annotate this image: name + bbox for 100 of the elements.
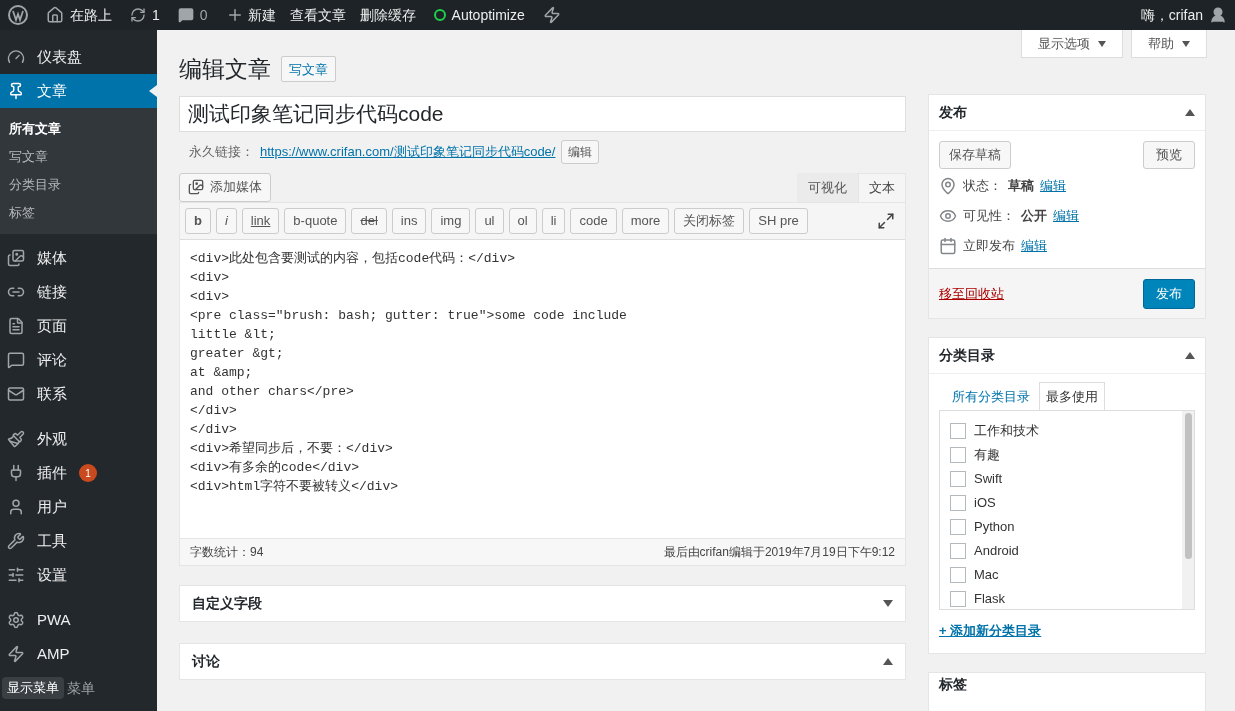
checkbox[interactable] — [950, 543, 966, 559]
screen-tab[interactable]: 帮助 — [1131, 30, 1207, 58]
submenu-item[interactable]: 分类目录 — [0, 171, 157, 199]
menu-item[interactable]: 评论 — [0, 343, 157, 377]
quicktag-button[interactable]: li — [541, 207, 566, 234]
permalink-label: 永久链接： — [189, 142, 254, 161]
submenu-item[interactable]: 标签 — [0, 199, 157, 227]
quicktag-button[interactable]: SH pre — [749, 207, 808, 234]
code-line: and other chars</pre> — [190, 382, 354, 401]
edit-link[interactable]: 编辑 — [1040, 176, 1066, 196]
checkbox[interactable] — [950, 519, 966, 535]
quicktag-button[interactable]: ol — [508, 207, 537, 234]
expand-arrow-icon[interactable] — [883, 599, 893, 607]
setting-label: 可见性： — [963, 207, 1015, 226]
panel-title: 讨论 — [192, 651, 220, 671]
add-new-button[interactable]: 写文章 — [281, 56, 336, 83]
count-badge: 1 — [79, 464, 97, 482]
category-label: Flask — [974, 590, 1006, 609]
comments-count[interactable]: 0 — [199, 4, 208, 26]
menu-item[interactable]: 工具 — [0, 524, 157, 558]
collapse-arrow-icon[interactable] — [1185, 352, 1195, 359]
box-title: 发布 — [939, 103, 967, 122]
screen-tab[interactable]: 显示选项 — [1021, 30, 1123, 58]
toolbar-link[interactable]: 查看文章 — [289, 4, 346, 26]
menu-item[interactable]: 仪表盘 — [0, 40, 157, 74]
checkbox[interactable] — [950, 591, 966, 607]
code-line: </div> — [190, 401, 237, 420]
quicktag-button[interactable]: ul — [475, 207, 504, 234]
publish-button[interactable]: 发布 — [1143, 278, 1195, 309]
category-label: Mac — [974, 566, 999, 585]
greeting[interactable]: 嗨，crifan — [1140, 4, 1203, 26]
menu-item[interactable]: 文章 — [0, 74, 157, 108]
preview-button[interactable]: 预览 — [1143, 141, 1195, 169]
toolbar-link[interactable]: 删除缓存 — [359, 4, 416, 26]
collapse-menu-link[interactable]: 菜单 — [67, 677, 95, 699]
edit-link[interactable]: 编辑 — [1053, 206, 1079, 226]
menu-item[interactable]: 设置 — [0, 558, 157, 592]
plugin-link[interactable]: Autoptimize — [451, 4, 525, 26]
quicktag-button[interactable]: del — [351, 207, 387, 234]
eye-icon — [939, 207, 957, 225]
current-arrow-icon — [149, 85, 157, 97]
code-line: <div>有多余的code</div> — [190, 458, 360, 477]
checkbox[interactable] — [950, 495, 966, 511]
setting-label: 状态： — [963, 177, 1002, 196]
submenu-item[interactable]: 写文章 — [0, 143, 157, 171]
category-label: iOS — [974, 494, 996, 513]
menu-item[interactable]: 媒体 — [0, 241, 157, 275]
site-link[interactable]: 在路上 — [70, 4, 112, 26]
save-draft-button[interactable]: 保存草稿 — [939, 141, 1011, 169]
quicktag-button[interactable]: code — [570, 207, 617, 234]
home-icon — [46, 6, 64, 24]
quicktag-button[interactable]: b — [185, 207, 211, 234]
menu-item[interactable]: 链接 — [0, 275, 157, 309]
images-icon — [7, 249, 25, 267]
quicktag-button[interactable]: ins — [391, 207, 427, 234]
editor-tab[interactable]: 可视化 — [797, 172, 858, 202]
status-ring-icon — [433, 9, 446, 21]
updates-count[interactable]: 1 — [152, 4, 160, 26]
quicktag-button[interactable]: link — [241, 207, 280, 234]
collapse-arrow-icon[interactable] — [883, 657, 893, 665]
bolt-icon[interactable] — [542, 6, 561, 24]
fullscreen-icon[interactable] — [877, 211, 895, 230]
new-link[interactable]: 新建 — [247, 4, 276, 26]
category-tab[interactable]: 最多使用 — [1039, 382, 1105, 410]
scrollbar-thumb[interactable] — [1184, 413, 1192, 559]
quicktag-button[interactable]: img — [431, 207, 471, 234]
permalink-link[interactable]: https://www.crifan.com/测试印象笔记同步代码code/ — [260, 141, 556, 162]
comment-icon — [177, 7, 194, 23]
menu-item[interactable]: 外观 — [0, 422, 157, 456]
menu-item[interactable]: PWA — [0, 603, 157, 637]
pin-icon — [939, 177, 957, 195]
checkbox[interactable] — [950, 567, 966, 583]
checkbox[interactable] — [950, 423, 966, 439]
code-line: </div> — [190, 420, 237, 439]
add-media-button[interactable]: 添加媒体 — [179, 172, 271, 202]
menu-item[interactable]: 页面 — [0, 309, 157, 343]
quicktag-button[interactable]: more — [621, 207, 670, 234]
page-icon — [7, 317, 25, 335]
quicktag-button[interactable]: i — [215, 207, 237, 234]
checkbox[interactable] — [950, 447, 966, 463]
quicktag-button[interactable]: b-quote — [284, 207, 347, 234]
collapse-arrow-icon[interactable] — [1185, 109, 1195, 116]
title-field[interactable]: 测试印象笔记同步代码code — [179, 95, 906, 132]
menu-item[interactable]: AMP — [0, 637, 157, 671]
menu-item[interactable]: 用户 — [0, 490, 157, 524]
menu-item[interactable]: 联系 — [0, 377, 157, 411]
menu-item[interactable]: 插件 1 — [0, 456, 157, 490]
checkbox[interactable] — [950, 471, 966, 487]
add-category-link[interactable]: + 添加新分类目录 — [939, 621, 1042, 641]
edit-permalink-button[interactable]: 编辑 — [561, 139, 600, 164]
trash-link[interactable]: 移至回收站 — [939, 283, 1004, 304]
edit-link[interactable]: 编辑 — [1021, 236, 1047, 256]
avatar-icon[interactable] — [1209, 6, 1227, 24]
quicktag-button[interactable]: 关闭标签 — [674, 207, 745, 234]
submenu-item[interactable]: 所有文章 — [0, 115, 157, 143]
editor-tab[interactable]: 文本 — [858, 172, 906, 202]
mail-icon — [7, 385, 25, 403]
category-label: 有趣 — [974, 446, 1000, 465]
pin-icon — [7, 82, 25, 100]
category-tab[interactable]: 所有分类目录 — [945, 382, 1037, 410]
